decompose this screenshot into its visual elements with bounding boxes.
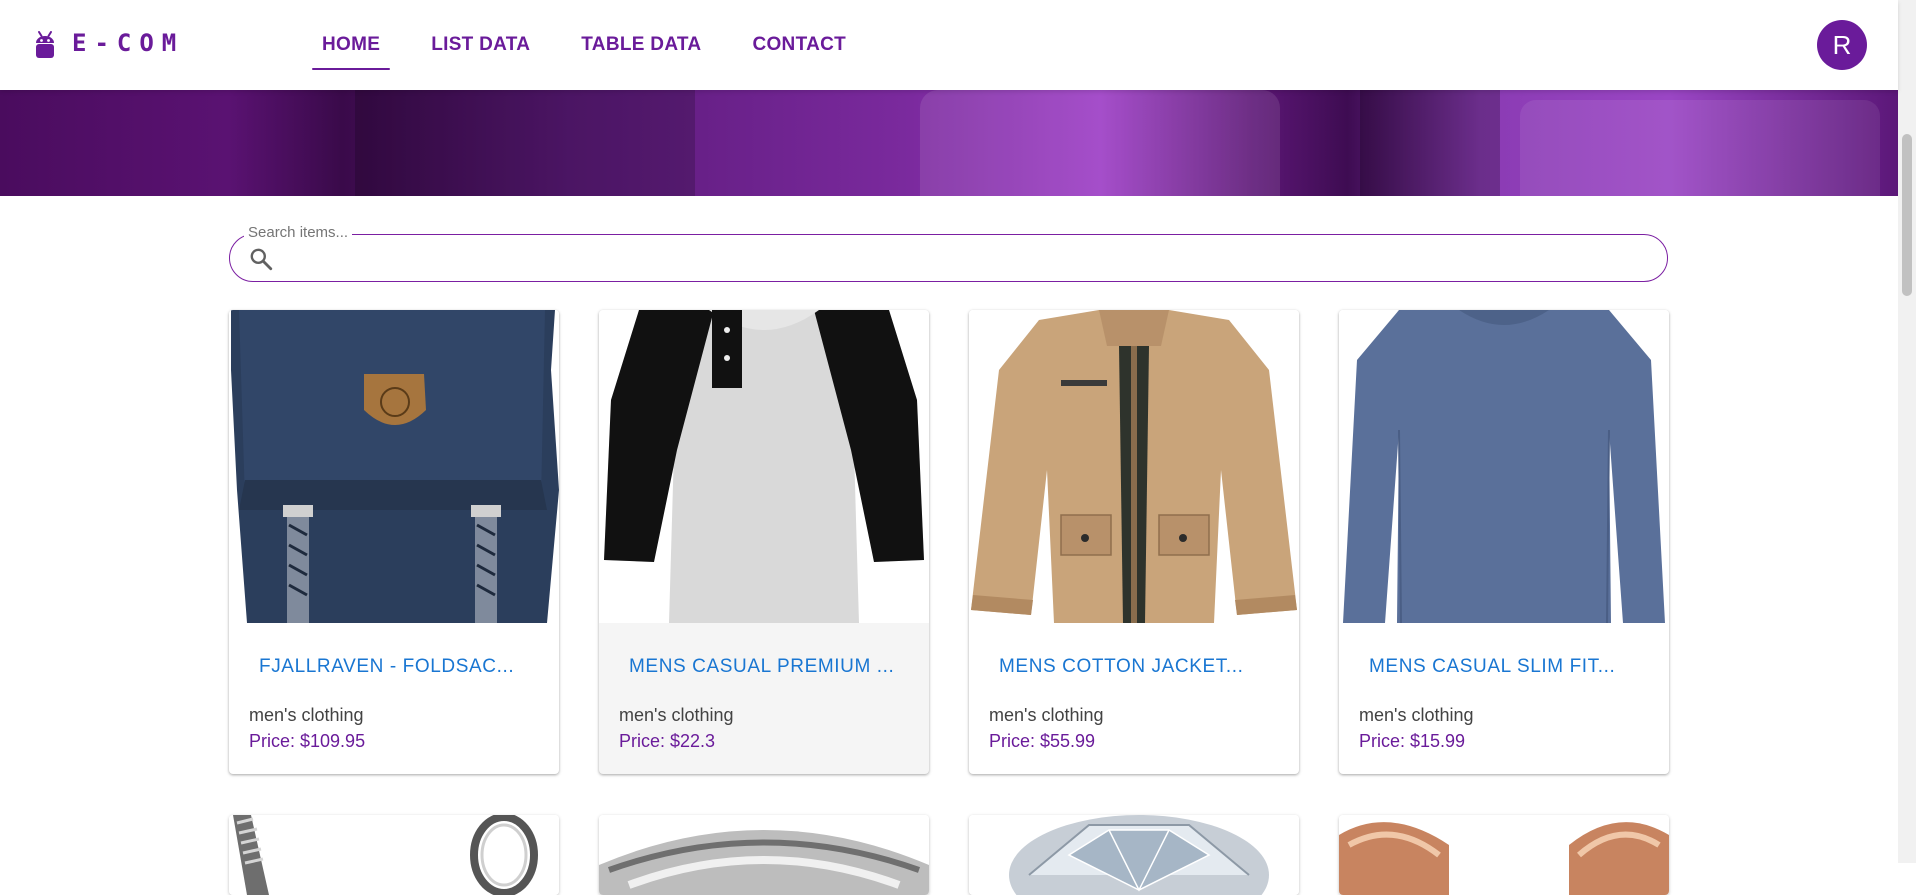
product-image-cotton-jacket <box>969 310 1299 623</box>
product-card[interactable] <box>1339 815 1669 895</box>
product-image-slim-fit-tee <box>1339 310 1669 623</box>
nav-contact-label: CONTACT <box>752 34 847 55</box>
nav-table-data-label: TABLE DATA <box>581 34 702 55</box>
product-card[interactable] <box>229 815 559 895</box>
nav-home[interactable]: HOME <box>312 0 391 90</box>
product-image-silver-ring <box>599 815 929 895</box>
hero-shape <box>920 90 1280 196</box>
search-box: Search items... <box>229 224 1668 282</box>
scrollbar-thumb[interactable] <box>1902 134 1912 296</box>
search-label: Search items... <box>244 224 353 241</box>
product-price: Price: $22.3 <box>619 731 716 751</box>
product-image-raglan-shirt <box>599 310 929 623</box>
product-price: Price: $15.99 <box>1359 731 1466 751</box>
search-icon <box>250 248 273 271</box>
product-card[interactable] <box>599 815 929 895</box>
product-image-diamond-ring <box>969 815 1299 895</box>
hero-banner <box>0 90 1898 196</box>
product-card[interactable]: FJALLRAVEN - FOLDSAC... men's clothing P… <box>229 310 559 774</box>
hero-shape <box>355 90 695 196</box>
android-logo-icon <box>36 31 54 58</box>
product-card[interactable]: MENS CASUAL PREMIUM ... men's clothing P… <box>599 310 929 774</box>
product-image-rose-gold-earrings <box>1339 815 1669 895</box>
product-category: men's clothing <box>1359 705 1474 725</box>
nav-list-data-label: LIST DATA <box>431 34 531 55</box>
nav-home-label: HOME <box>322 34 381 55</box>
search-input[interactable] <box>288 241 1652 277</box>
product-price: Price: $109.95 <box>249 731 366 751</box>
product-card[interactable]: MENS CASUAL SLIM FIT... men's clothing P… <box>1339 310 1669 774</box>
product-title[interactable]: FJALLRAVEN - FOLDSAC... <box>259 656 514 678</box>
nav-table-data[interactable]: TABLE DATA <box>571 0 711 90</box>
page-scrollbar[interactable] <box>1898 0 1916 863</box>
product-category: men's clothing <box>249 705 364 725</box>
product-category: men's clothing <box>989 705 1104 725</box>
user-avatar[interactable]: R <box>1817 20 1867 70</box>
nav-contact[interactable]: CONTACT <box>742 0 856 90</box>
product-card[interactable]: MENS COTTON JACKET... men's clothing Pri… <box>969 310 1299 774</box>
product-image-backpack <box>229 310 559 623</box>
main-nav: HOME LIST DATA TABLE DATA CONTACT <box>312 0 887 90</box>
product-category: men's clothing <box>619 705 734 725</box>
product-title[interactable]: MENS CASUAL PREMIUM ... <box>629 656 894 678</box>
nav-list-data[interactable]: LIST DATA <box>421 0 540 90</box>
product-price: Price: $55.99 <box>989 731 1096 751</box>
product-title[interactable]: MENS COTTON JACKET... <box>999 656 1244 678</box>
hero-shape <box>1520 100 1880 196</box>
product-card[interactable] <box>969 815 1299 895</box>
product-image-bracelet <box>229 815 559 895</box>
brand-logo-text[interactable]: E-COM <box>72 29 184 57</box>
active-tab-indicator <box>312 68 391 70</box>
app-bar: E-COM HOME LIST DATA TABLE DATA CONTACT … <box>0 0 1898 90</box>
product-title[interactable]: MENS CASUAL SLIM FIT... <box>1369 656 1615 678</box>
hero-shape <box>1360 90 1500 196</box>
